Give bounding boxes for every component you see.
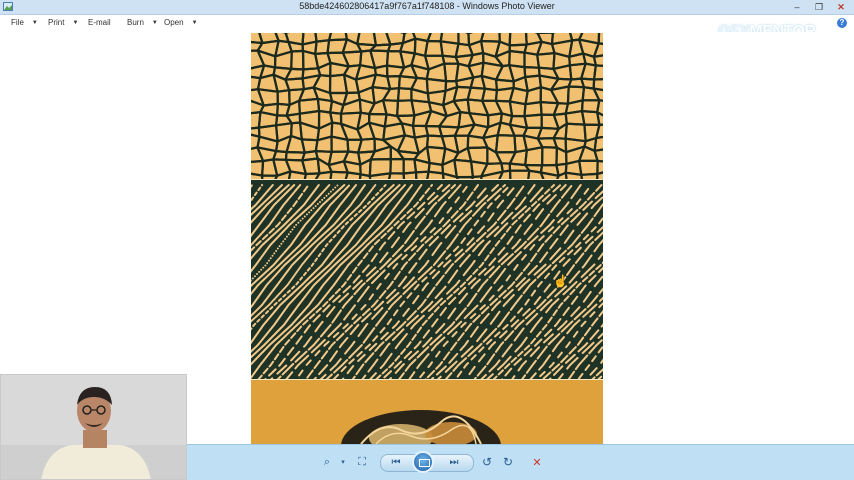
zoom-icon[interactable]: ⌕ <box>315 453 339 471</box>
menu-email-label: E-mail <box>88 18 111 27</box>
actual-size-icon[interactable]: ⛶ <box>353 453 371 471</box>
slideshow-icon <box>419 459 430 467</box>
rotate-ccw-icon[interactable]: ↺ <box>479 453 495 471</box>
delete-icon[interactable]: ✕ <box>529 453 545 471</box>
cracked-pattern-graphic <box>251 33 603 203</box>
chevron-down-icon[interactable]: ▾ <box>339 453 347 471</box>
presenter-video <box>1 375 186 479</box>
menu-file[interactable]: File ▼ <box>11 18 38 27</box>
menu-burn-label: Burn <box>127 18 144 27</box>
menu-print-label: Print <box>48 18 65 27</box>
chevron-down-icon: ▼ <box>191 19 198 26</box>
menu-file-label: File <box>11 18 24 27</box>
cracked-pattern-panel <box>251 33 603 203</box>
webcam-overlay <box>0 374 187 480</box>
menu-burn[interactable]: Burn ▼ <box>127 18 158 27</box>
displayed-image[interactable] <box>251 33 603 444</box>
chevron-down-icon: ▼ <box>151 19 158 26</box>
maximize-button[interactable]: ❐ <box>808 0 830 14</box>
close-button[interactable]: ✕ <box>830 0 852 14</box>
hand-cursor-icon: ☝ <box>553 274 568 288</box>
menu-open[interactable]: Open ▼ <box>164 18 198 27</box>
menu-open-label: Open <box>164 18 184 27</box>
chevron-down-icon: ▼ <box>72 19 79 26</box>
rotate-cw-icon[interactable]: ↻ <box>500 453 516 471</box>
slideshow-button[interactable] <box>412 451 434 473</box>
menu-email[interactable]: E-mail <box>88 18 111 27</box>
chevron-down-icon: ▼ <box>31 19 38 26</box>
minimize-button[interactable]: – <box>786 0 808 14</box>
mixed-pattern-graphic <box>341 410 501 444</box>
previous-icon[interactable]: ⏮ <box>387 453 405 471</box>
title-bar: 58bde424602806417a9f767a1f748108 - Windo… <box>0 0 854 15</box>
next-icon[interactable]: ⏭ <box>445 453 463 471</box>
zebra-pattern-graphic <box>251 184 603 386</box>
bottom-toolbar: ⌕ ▾ ⛶ ⏮ ⏭ ↺ ↻ ✕ <box>187 444 854 480</box>
zebra-pattern-panel <box>251 180 603 386</box>
menu-print[interactable]: Print ▼ <box>48 18 78 27</box>
help-icon[interactable]: ? <box>837 18 847 28</box>
window-title: 58bde424602806417a9f767a1f748108 - Windo… <box>299 1 555 11</box>
mixed-pattern-panel <box>251 380 603 444</box>
